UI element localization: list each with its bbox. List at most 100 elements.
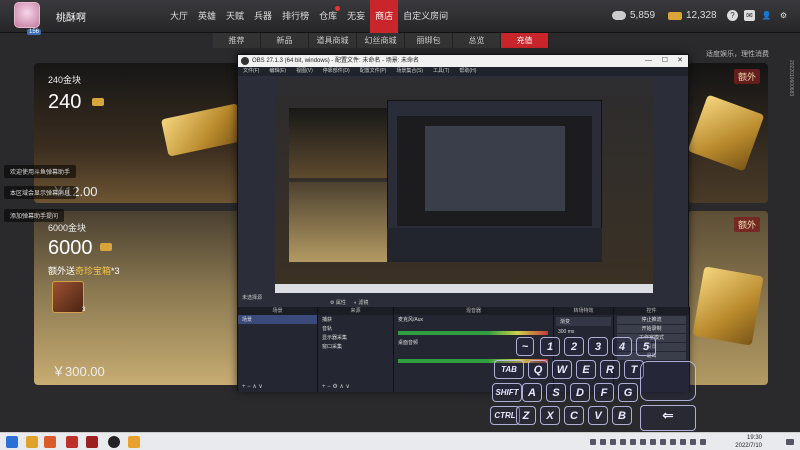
minimize-icon[interactable]: — — [645, 55, 652, 67]
taskbar-clock[interactable]: 19:30 2022/7/10 — [735, 434, 762, 450]
start-recording-button[interactable]: 开始录制 — [617, 325, 686, 333]
preview-card — [289, 182, 389, 262]
key-tab: TAB — [494, 360, 524, 379]
player-level: 156 — [27, 29, 42, 35]
gold-pack-240-card[interactable]: 240金块 240 ￥12.00 — [34, 63, 244, 203]
nav-item-heroes[interactable]: 英雄 — [193, 0, 221, 33]
source-add-remove[interactable]: + − ⚙ ∧ ∨ — [322, 383, 350, 390]
key-d: D — [570, 383, 590, 402]
app-icon-game2[interactable] — [86, 436, 98, 448]
nav-item-leaderboard[interactable]: 排行榜 — [277, 0, 314, 33]
menu-profile[interactable]: 配置文件(P) — [355, 67, 392, 76]
scene-item[interactable]: 场景 — [238, 315, 317, 324]
scene-add-remove[interactable]: + − ∧ ∨ — [242, 383, 263, 390]
card-bonus: 额外送奇珍宝箱*3 — [48, 264, 120, 277]
notification-icon[interactable] — [786, 439, 794, 445]
key-q: Q — [528, 360, 548, 379]
source-item[interactable]: 音轨 — [318, 324, 393, 333]
tab-recommend[interactable]: 推荐 — [213, 33, 261, 48]
obs-preview[interactable] — [275, 78, 653, 293]
transition-select[interactable]: 渐变 — [556, 317, 611, 326]
menu-scene-collection[interactable]: 场景集合(S) — [391, 67, 428, 76]
filters-label: 滤镜 — [358, 300, 369, 306]
mixer-track-label: 麦克风/Aux — [398, 317, 424, 323]
tray-icon[interactable] — [680, 439, 686, 445]
card-title: 240金块 — [48, 75, 82, 85]
tray-icon[interactable] — [660, 439, 666, 445]
gold-pack-card-right-bottom[interactable]: 额外 — [688, 211, 768, 385]
tray-icon[interactable] — [640, 439, 646, 445]
tab-bundle[interactable]: 丽绑包 — [405, 33, 453, 48]
scenes-header: 场景 — [238, 307, 317, 315]
key-w: W — [552, 360, 572, 379]
app-icon-folder[interactable] — [128, 436, 140, 448]
transition-duration[interactable]: 300 ms — [554, 328, 613, 336]
tray-icon[interactable] — [700, 439, 706, 445]
preview-topbar — [275, 78, 653, 96]
app-icon-explorer[interactable] — [26, 436, 38, 448]
close-icon[interactable]: ✕ — [677, 55, 683, 67]
menu-edit[interactable]: 编辑(E) — [264, 67, 291, 76]
tray-icon[interactable] — [610, 439, 616, 445]
key-s: S — [546, 383, 566, 402]
source-item[interactable]: 显示器采集 — [318, 333, 393, 342]
nav-item-shop[interactable]: 商店 — [370, 0, 399, 33]
app-icon-launcher[interactable] — [66, 436, 78, 448]
tab-overview[interactable]: 总览 — [453, 33, 501, 48]
nav-item-custom-room[interactable]: 自定义房间 — [398, 0, 453, 33]
stop-streaming-button[interactable]: 停止推流 — [617, 316, 686, 324]
clock-date: 2022/7/10 — [735, 443, 762, 449]
card-price[interactable]: ￥300.00 — [52, 361, 105, 380]
tab-silk-shop[interactable]: 幻丝商城 — [357, 33, 405, 48]
nav-item-lobby[interactable]: 大厅 — [165, 0, 193, 33]
tray-icon[interactable] — [630, 439, 636, 445]
tab-new[interactable]: 新品 — [261, 33, 309, 48]
menu-docks[interactable]: 停靠部件(D) — [318, 67, 355, 76]
chest-count: 3 — [82, 307, 86, 313]
audio-meter — [398, 359, 548, 363]
filters-button[interactable]: ◐ 滤镜 — [354, 299, 368, 306]
obs-title: OBS 27.1.3 (64 bit, windows) - 配置文件: 未命名… — [252, 58, 420, 64]
moderation-hint: 适度娱乐，理性消费 — [706, 51, 769, 58]
gold-pack-card-right-top[interactable]: 额外 — [688, 63, 768, 203]
help-icon[interactable]: ? — [727, 10, 738, 21]
player-avatar[interactable] — [14, 2, 40, 28]
menu-file[interactable]: 文件(F) — [238, 67, 264, 76]
danmaku-tooltip: 添加弹幕助手提问 — [4, 209, 65, 222]
tray-icon[interactable] — [600, 439, 606, 445]
key-backtick: ~ — [516, 337, 534, 356]
tray-icon[interactable] — [670, 439, 676, 445]
source-item[interactable]: 捕获 — [318, 315, 393, 324]
scenes-panel: 场景 场景 + − ∧ ∨ — [238, 307, 318, 392]
menu-help[interactable]: 帮助(H) — [454, 67, 481, 76]
source-status: 未选择源 — [242, 295, 263, 301]
properties-button[interactable]: ⚙ 属性 — [330, 299, 346, 306]
tab-item-shop[interactable]: 道具商城 — [309, 33, 357, 48]
app-icon-obs[interactable] — [108, 436, 120, 448]
nav-item-wuwang[interactable]: 无妄 — [342, 0, 370, 33]
tray-icon[interactable] — [650, 439, 656, 445]
nav-item-storage[interactable]: 仓库 — [314, 0, 342, 33]
tray-icon[interactable] — [620, 439, 626, 445]
key-a: A — [522, 383, 542, 402]
menu-tools[interactable]: 工具(T) — [428, 67, 454, 76]
mail-icon[interactable]: ✉ — [744, 10, 755, 21]
nav-item-talent[interactable]: 天赋 — [221, 0, 249, 33]
app-icon-game[interactable] — [44, 436, 56, 448]
key-x: X — [540, 406, 560, 425]
maximize-icon[interactable]: ☐ — [662, 55, 668, 67]
bonus-prefix: 额外送 — [48, 266, 76, 276]
tray-icon[interactable] — [590, 439, 596, 445]
nav-item-weapons[interactable]: 兵器 — [249, 0, 277, 33]
gold-pack-6000-card[interactable]: 6000金块 6000 额外送奇珍宝箱*3 3 ￥300.00 — [34, 211, 244, 385]
source-item[interactable]: 窗口采集 — [318, 342, 393, 351]
settings-icon[interactable]: ⚙ — [778, 10, 789, 21]
tray-icon[interactable] — [690, 439, 696, 445]
card-amount: 6000 — [48, 237, 93, 259]
friends-icon[interactable]: 👤 — [761, 10, 772, 21]
silver-icon — [612, 11, 626, 20]
tab-recharge[interactable]: 充值 — [501, 33, 549, 48]
start-icon[interactable] — [6, 436, 18, 448]
controls-header: 控件 — [614, 307, 689, 315]
menu-view[interactable]: 视图(V) — [291, 67, 318, 76]
